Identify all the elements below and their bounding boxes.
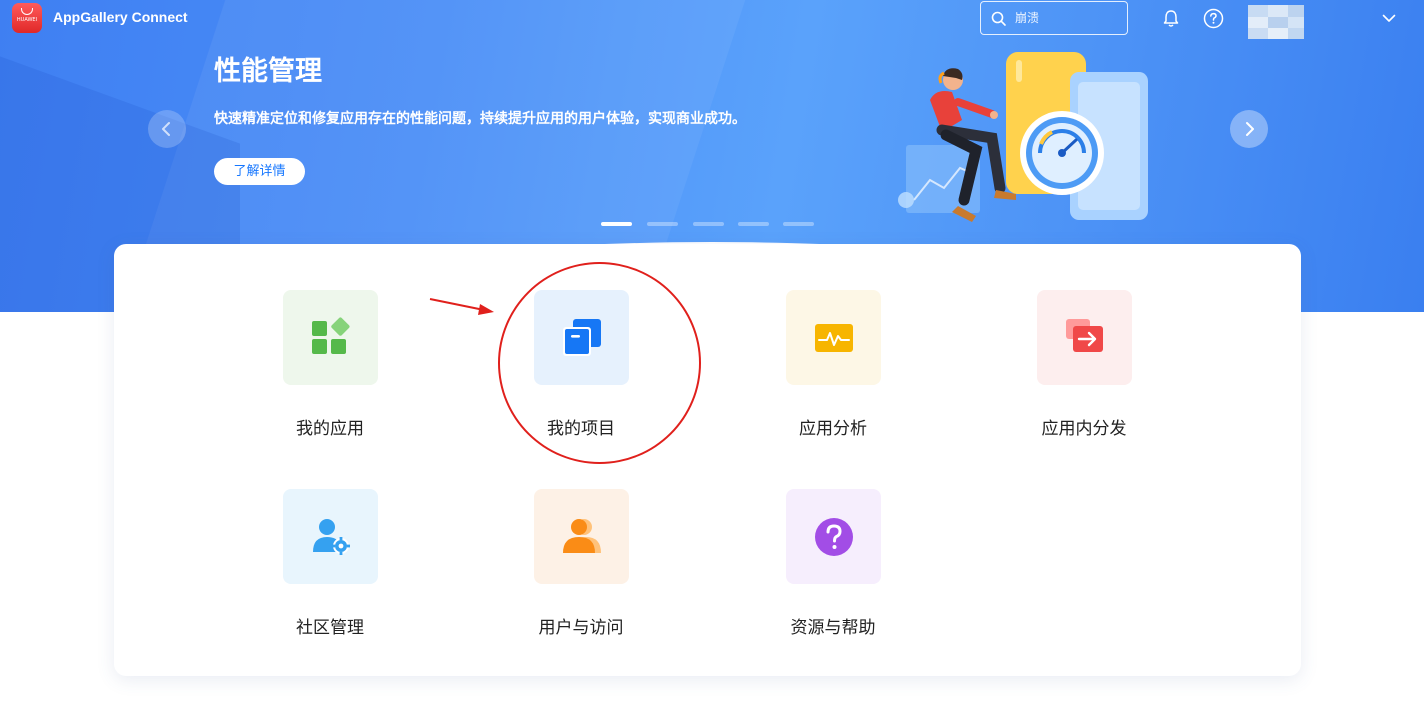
search-icon xyxy=(991,11,1006,26)
service-label: 应用内分发 xyxy=(1041,419,1127,439)
app-title[interactable]: AppGallery Connect xyxy=(53,9,188,25)
users-access-icon xyxy=(563,519,601,553)
carousel-dot[interactable] xyxy=(783,222,814,226)
service-label: 社区管理 xyxy=(296,618,364,638)
huawei-logo[interactable]: HUAWEI xyxy=(12,3,42,33)
carousel-dot[interactable] xyxy=(738,222,769,226)
service-app-analytics[interactable]: 应用分析 xyxy=(753,290,913,460)
service-resources-and-help[interactable]: 资源与帮助 xyxy=(753,489,913,659)
service-label: 资源与帮助 xyxy=(790,618,876,638)
banner-description: 快速精准定位和修复应用存在的性能问题，持续提升应用的用户体验，实现商业成功。 xyxy=(214,111,746,127)
help-icon-box xyxy=(786,489,881,584)
carousel-dot[interactable] xyxy=(647,222,678,226)
users-icon-box xyxy=(534,489,629,584)
carousel-prev-button[interactable] xyxy=(148,110,186,148)
apps-grid-icon xyxy=(312,317,350,354)
logo-text: HUAWEI xyxy=(16,17,38,23)
distribution-icon-box xyxy=(1037,290,1132,385)
services-card: 我的应用 我的项目 应用分析 应用内分发 社区管理 用户与访问 资源与帮助 xyxy=(114,244,1301,676)
distribution-icon xyxy=(1066,319,1103,352)
service-community-management[interactable]: 社区管理 xyxy=(250,489,410,659)
learn-more-button[interactable]: 了解详情 xyxy=(214,158,305,185)
carousel-next-button[interactable] xyxy=(1230,110,1268,148)
carousel-dot[interactable] xyxy=(693,222,724,226)
service-in-app-distribution[interactable]: 应用内分发 xyxy=(1004,290,1164,460)
apps-icon-box xyxy=(283,290,378,385)
bag-icon xyxy=(21,8,33,15)
community-user-gear-icon xyxy=(313,519,350,555)
annotation-circle xyxy=(498,262,701,464)
service-my-apps[interactable]: 我的应用 xyxy=(250,290,410,460)
chevron-right-icon xyxy=(1246,122,1254,136)
help-icon[interactable] xyxy=(1203,8,1224,29)
service-label: 应用分析 xyxy=(799,419,867,439)
chevron-down-icon[interactable] xyxy=(1382,14,1396,23)
top-navigation-bar: HUAWEI AppGallery Connect xyxy=(0,0,1424,40)
service-label: 我的应用 xyxy=(296,419,364,439)
banner-title: 性能管理 xyxy=(214,56,322,87)
performance-illustration xyxy=(898,52,1148,222)
search-box[interactable] xyxy=(980,1,1128,35)
search-input[interactable] xyxy=(1015,8,1115,28)
analytics-pulse-icon xyxy=(815,324,853,352)
carousel-dot[interactable] xyxy=(601,222,632,226)
chevron-left-icon xyxy=(162,122,170,136)
bell-icon[interactable] xyxy=(1162,9,1180,28)
question-help-icon xyxy=(815,518,853,556)
community-icon-box xyxy=(283,489,378,584)
analytics-icon-box xyxy=(786,290,881,385)
avatar[interactable] xyxy=(1248,5,1304,39)
service-users-and-access[interactable]: 用户与访问 xyxy=(501,489,661,659)
service-label: 用户与访问 xyxy=(538,618,624,638)
annotation-arrow-icon xyxy=(429,298,494,315)
